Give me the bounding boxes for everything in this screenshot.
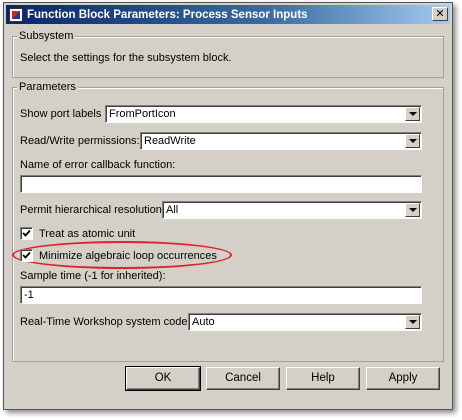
- sample-time-input[interactable]: -1: [20, 286, 422, 304]
- simulink-app-icon: [9, 7, 23, 22]
- error-callback-label: Name of error callback function:: [20, 159, 176, 171]
- minimize-loop-checkbox[interactable]: [20, 249, 33, 262]
- window-title: Function Block Parameters: Process Senso…: [27, 8, 308, 21]
- show-port-labels-dropdown[interactable]: FromPortIcon: [105, 105, 422, 123]
- hierarchical-resolution-label: Permit hierarchical resolution:: [20, 204, 165, 216]
- atomic-unit-label: Treat as atomic unit: [39, 228, 136, 240]
- chevron-down-icon[interactable]: [405, 315, 420, 329]
- show-port-labels-value: FromPortIcon: [109, 108, 176, 120]
- hierarchical-resolution-dropdown[interactable]: All: [162, 201, 422, 219]
- read-write-label: Read/Write permissions:: [20, 135, 140, 147]
- apply-button[interactable]: Apply: [366, 367, 440, 390]
- help-button[interactable]: Help: [286, 367, 360, 390]
- sample-time-label: Sample time (-1 for inherited):: [20, 270, 166, 282]
- error-callback-input[interactable]: [20, 175, 422, 193]
- title-bar[interactable]: Function Block Parameters: Process Senso…: [6, 5, 450, 24]
- cancel-button[interactable]: Cancel: [206, 367, 280, 390]
- chevron-down-icon[interactable]: [405, 107, 420, 121]
- chevron-down-icon[interactable]: [405, 203, 420, 217]
- atomic-unit-checkbox[interactable]: [20, 227, 33, 240]
- sample-time-value: -1: [24, 289, 34, 301]
- parameters-group: Parameters Show port labels FromPortIcon…: [12, 81, 444, 362]
- minimize-loop-label: Minimize algebraic loop occurrences: [39, 250, 217, 262]
- read-write-value: ReadWrite: [144, 135, 196, 147]
- parameters-legend: Parameters: [17, 81, 78, 94]
- checkmark-icon: [22, 251, 31, 259]
- rtw-code-dropdown[interactable]: Auto: [188, 313, 422, 331]
- chevron-down-icon[interactable]: [405, 134, 420, 148]
- close-button[interactable]: ✕: [432, 7, 448, 21]
- subsystem-group: Subsystem Select the settings for the su…: [12, 30, 444, 78]
- dialog-window: Function Block Parameters: Process Senso…: [3, 2, 453, 410]
- rtw-code-value: Auto: [192, 316, 215, 328]
- read-write-dropdown[interactable]: ReadWrite: [140, 132, 422, 150]
- checkmark-icon: [22, 229, 31, 237]
- hierarchical-resolution-value: All: [166, 204, 179, 216]
- ok-button[interactable]: OK: [125, 366, 201, 391]
- rtw-code-label: Real-Time Workshop system code:: [20, 316, 191, 328]
- subsystem-description: Select the settings for the subsystem bl…: [20, 52, 232, 64]
- subsystem-legend: Subsystem: [17, 30, 76, 43]
- show-port-labels-label: Show port labels: [20, 108, 102, 120]
